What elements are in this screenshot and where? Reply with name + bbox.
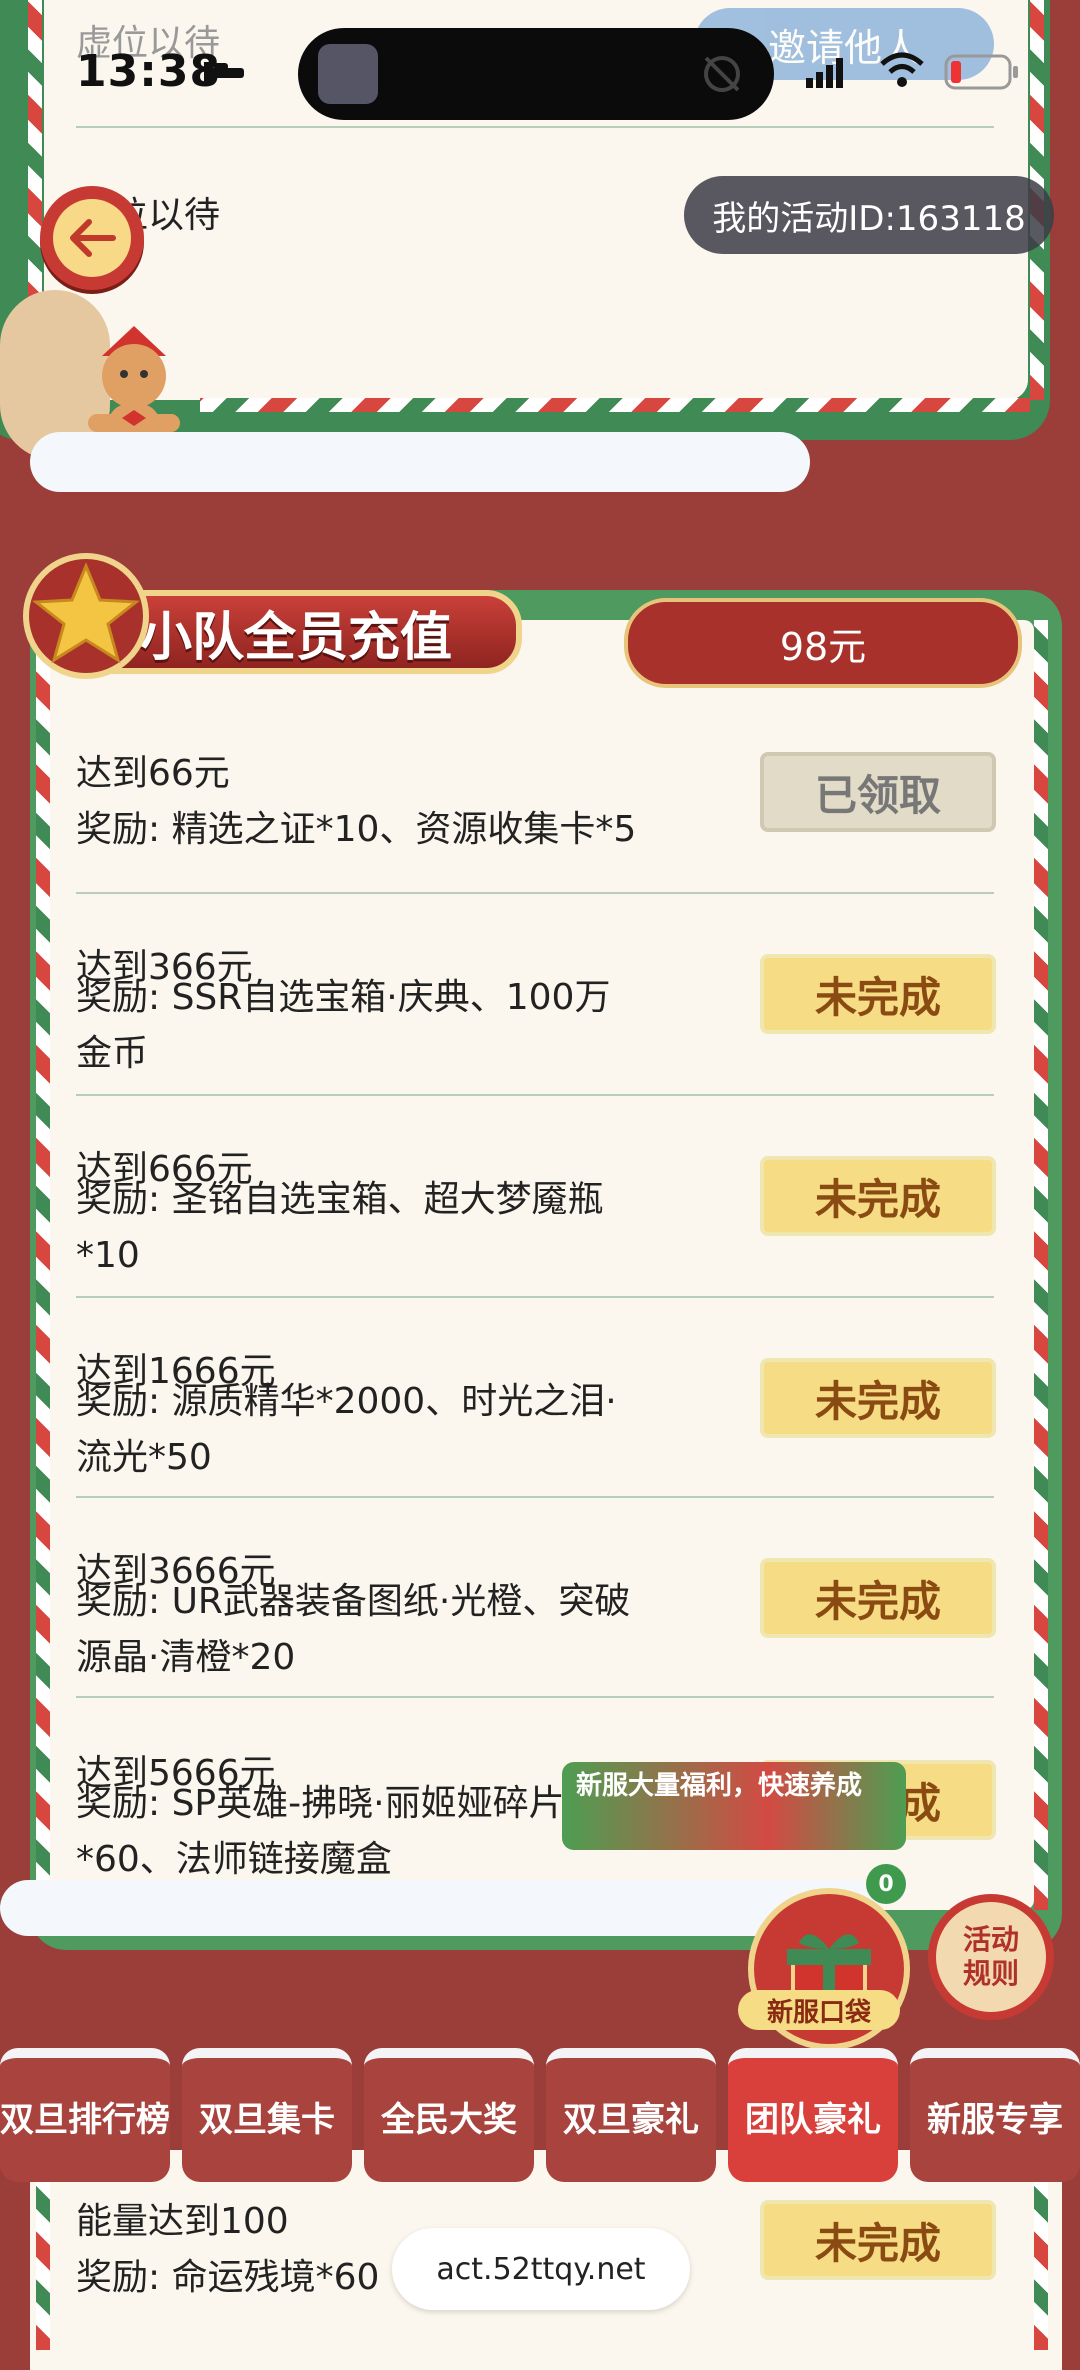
divider [76,126,994,128]
rules-button[interactable]: 活动规则 [928,1894,1054,2020]
gift-count-badge: 0 [866,1864,906,1904]
incomplete-button[interactable]: 未完成 [760,1558,996,1638]
row-reward: 奖励: 源质精华*2000、时光之泪·流光*50 [76,1381,617,1478]
activity-id-pill: 我的活动ID:163118 [684,176,1054,254]
battery-icon [944,54,1020,90]
divider [76,1696,994,1698]
tab-grand-prize[interactable]: 全民大奖 [364,2048,534,2182]
row-reward: 奖励: 精选之证*10、资源收集卡*5 [76,809,637,850]
row-goal: 达到66元 [76,753,230,794]
mute-icon [700,52,744,96]
status-time: 13:38 [76,46,222,97]
divider [76,1094,994,1096]
divider [76,892,994,894]
tab-double-gift[interactable]: 双旦豪礼 [546,2048,716,2182]
tab-card-collect[interactable]: 双旦集卡 [182,2048,352,2182]
album-art-icon [318,44,378,104]
star-icon [20,550,152,682]
row-reward: 奖励: SP英雄-拂晓·丽姬娅碎片*60、法师链接魔盒 [76,1783,565,1880]
incomplete-button[interactable]: 未完成 [760,2200,996,2280]
gift-bag-label: 新服口袋 [738,1990,900,2030]
wifi-icon [880,52,924,88]
row-reward: 奖励: 命运残境*60 [76,2257,380,2298]
url-bar[interactable]: act.52ttqy.net [392,2228,690,2310]
divider [76,1296,994,1298]
candy-border-bottom [200,398,1030,412]
tab-team-gift[interactable]: 团队豪礼 [728,2048,898,2182]
row-reward: 奖励: SSR自选宝箱·庆典、100万金币 [76,977,611,1074]
divider [76,1496,994,1498]
signal-icon [806,56,846,88]
row-goal: 能量达到100 [76,2201,289,2242]
back-button[interactable] [40,186,144,290]
candy-border-left [36,620,50,1910]
candy-border-right [1034,620,1048,1910]
bed-icon [202,60,246,84]
incomplete-button[interactable]: 未完成 [760,1156,996,1236]
back-arrow-icon [53,199,131,277]
incomplete-button[interactable]: 未完成 [760,954,996,1034]
snow-decoration [0,1880,880,1936]
snow-decoration [30,432,810,492]
tab-double-ranking[interactable]: 双旦排行榜 [0,2048,170,2182]
row-reward: 奖励: 圣铭自选宝箱、超大梦魇瓶*10 [76,1179,604,1276]
claimed-button[interactable]: 已领取 [760,752,996,832]
recharge-amount: 98元 [624,598,1022,688]
promo-toast[interactable]: 新服大量福利，快速养成 [562,1762,906,1850]
tab-new-server[interactable]: 新服专享 [910,2048,1080,2182]
row-reward: 奖励: UR武器装备图纸·光橙、突破源晶·清橙*20 [76,1581,631,1678]
incomplete-button[interactable]: 未完成 [760,1358,996,1438]
